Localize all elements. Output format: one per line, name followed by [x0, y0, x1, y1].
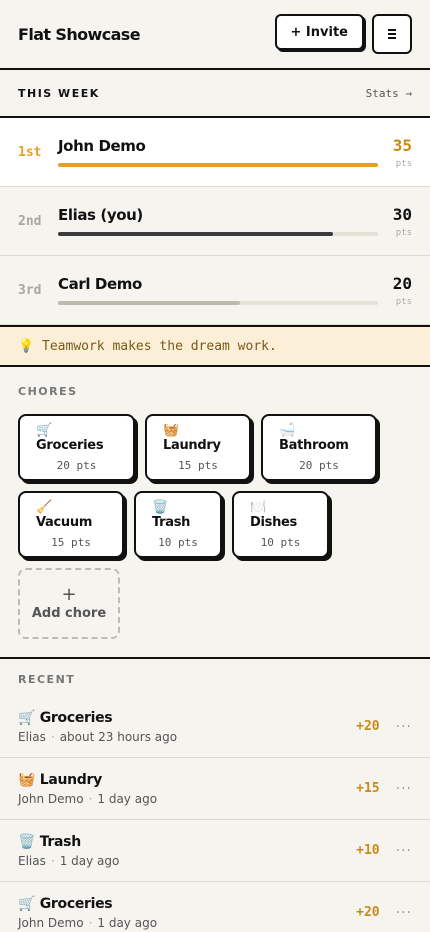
activity-points: +15 [356, 781, 380, 796]
activity-points: +20 [356, 719, 380, 734]
member-name: Carl Demo [58, 275, 142, 293]
activity-time: 1 day ago [59, 853, 120, 868]
activity-user: John Demo [18, 791, 84, 806]
lightbulb-icon: 💡 [18, 338, 35, 354]
member-name: John Demo [58, 137, 146, 155]
activity-meta: John Demo · 1 day ago [18, 916, 356, 930]
activity-row: 🛒 Groceries Elias · about 23 hours ago +20… [0, 696, 430, 758]
meta-separator: · [88, 915, 93, 930]
plus-icon: + [61, 584, 77, 605]
activity-time: 1 day ago [97, 915, 158, 930]
activity-title: 🛒 Groceries [18, 895, 113, 912]
chore-button-groceries[interactable]: 🛒 Groceries 20 pts [18, 414, 135, 481]
meta-separator: · [88, 791, 93, 806]
chore-button-vacuum[interactable]: 🧹 Vacuum 15 pts [18, 491, 124, 558]
meta-separator: · [50, 853, 55, 868]
activity-meta: Elias · about 23 hours ago [18, 730, 356, 744]
activity-title: 🗑️ Trash [18, 833, 81, 850]
tip-banner: 💡 Teamwork makes the dream work. [0, 325, 430, 367]
header-actions: + Invite [274, 14, 412, 54]
chore-name: 🧹 Vacuum [36, 500, 93, 530]
this-week-header: THIS WEEK Stats → [0, 70, 430, 118]
activity-meta: John Demo · 1 day ago [18, 792, 356, 806]
recent-section: RECENT 🛒 Groceries Elias · about 23 hours … [0, 659, 430, 932]
chore-points: 20 pts [56, 459, 97, 472]
chore-button-trash[interactable]: 🗑️ Trash 10 pts [134, 491, 222, 558]
activity-points: +10 [356, 843, 380, 858]
member-name: Elias (you) [58, 206, 143, 224]
chore-points: 20 pts [299, 459, 339, 472]
chore-points: 15 pts [178, 459, 218, 472]
activity-user: John Demo [18, 915, 84, 930]
chore-name: 🛁 Bathroom [279, 423, 349, 453]
app-header: Flat Showcase + Invite [0, 0, 430, 70]
more-options-icon[interactable]: ··· [396, 781, 412, 797]
score-value: 35 [392, 135, 412, 155]
leaderboard-row: 3rd Carl Demo 20 pts [0, 256, 430, 325]
add-chore-button[interactable]: + Add chore [18, 568, 120, 639]
chore-name: 🧺 Laundry [163, 423, 221, 453]
score-unit: pts [395, 296, 412, 307]
rank-position: 1st [18, 144, 42, 160]
score-value: 30 [392, 204, 412, 224]
section-title: RECENT [18, 673, 76, 686]
progress-bar [58, 163, 378, 167]
section-title: THIS WEEK [18, 86, 100, 100]
tip-text: Teamwork makes the dream work. [42, 338, 277, 354]
add-chore-label: Add chore [31, 606, 107, 621]
activity-user: Elias [18, 729, 46, 744]
progress-fill [58, 163, 378, 167]
app-title: Flat Showcase [18, 24, 141, 44]
progress-bar [58, 232, 378, 236]
activity-user: Elias [18, 853, 46, 868]
rank-position: 2nd [18, 213, 42, 229]
activity-points: +20 [356, 905, 380, 920]
chore-button-laundry[interactable]: 🧺 Laundry 15 pts [145, 414, 251, 481]
section-title: CHORES [18, 385, 78, 398]
rank-position: 3rd [18, 282, 42, 298]
chore-button-dishes[interactable]: 🍽️ Dishes 10 pts [232, 491, 329, 558]
chore-button-bathroom[interactable]: 🛁 Bathroom 20 pts [261, 414, 377, 481]
more-options-icon[interactable]: ··· [396, 719, 412, 735]
chore-points: 15 pts [51, 536, 91, 549]
chore-name: 🛒 Groceries [36, 423, 104, 453]
chores-section: CHORES 🛒 Groceries 20 pts 🧺 Laundry 15 p… [0, 367, 430, 659]
activity-row: 🛒 Groceries John Demo · 1 day ago +20 ··· [0, 882, 430, 932]
chore-points: 10 pts [260, 536, 301, 549]
score-value: 20 [392, 273, 412, 293]
activity-title: 🧺 Laundry [18, 771, 102, 788]
hamburger-icon [388, 29, 396, 31]
activity-time: 1 day ago [97, 791, 158, 806]
progress-fill [58, 232, 334, 236]
activity-meta: Elias · 1 day ago [18, 854, 356, 868]
chore-name: 🗑️ Trash [152, 500, 191, 530]
more-options-icon[interactable]: ··· [396, 843, 412, 859]
chore-points: 10 pts [158, 536, 198, 549]
chore-name: 🍽️ Dishes [250, 500, 297, 530]
score-unit: pts [395, 227, 412, 238]
stats-link[interactable]: Stats → [366, 87, 412, 100]
leaderboard-row: 2nd Elias (you) 30 pts [0, 187, 430, 256]
invite-button[interactable]: + Invite [274, 14, 364, 50]
progress-bar [58, 301, 378, 305]
activity-time: about 23 hours ago [59, 729, 178, 744]
meta-separator: · [50, 729, 55, 744]
this-week-section: THIS WEEK Stats → 1st John Demo 35 pts 2… [0, 70, 430, 325]
leaderboard-row: 1st John Demo 35 pts [0, 118, 430, 187]
menu-button[interactable] [372, 14, 412, 54]
progress-fill [58, 301, 241, 305]
score-unit: pts [395, 158, 412, 169]
chore-grid: 🛒 Groceries 20 pts 🧺 Laundry 15 pts 🛁 Ba… [18, 414, 412, 639]
app-root: Flat Showcase + Invite THIS WEEK Stats →… [0, 0, 430, 932]
activity-title: 🛒 Groceries [18, 709, 113, 726]
activity-row: 🧺 Laundry John Demo · 1 day ago +15 ··· [0, 758, 430, 820]
activity-row: 🗑️ Trash Elias · 1 day ago +10 ··· [0, 820, 430, 882]
more-options-icon[interactable]: ··· [396, 905, 412, 921]
